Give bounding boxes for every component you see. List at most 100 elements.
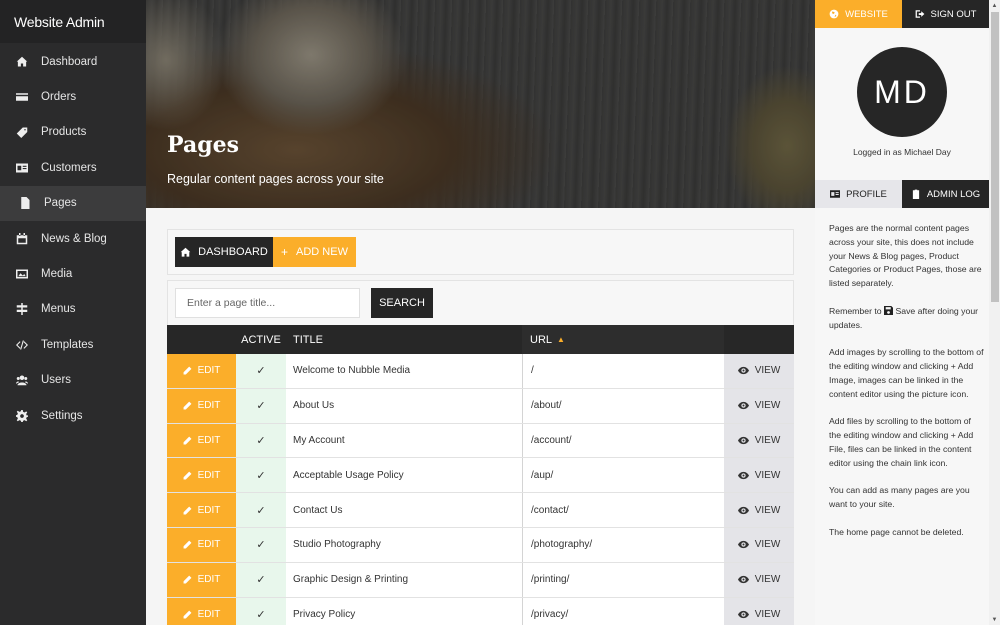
page-header-banner: Pages Regular content pages across your … (146, 0, 815, 208)
view-button[interactable]: VIEW (724, 388, 794, 423)
scrollbar-thumb[interactable] (991, 12, 999, 302)
sidebar-item-users[interactable]: Users (0, 363, 146, 398)
view-button[interactable]: VIEW (724, 423, 794, 458)
edit-button-label: EDIT (197, 539, 221, 551)
view-button-label: VIEW (754, 504, 781, 516)
eye-icon (737, 367, 749, 375)
column-header-edit (167, 325, 236, 354)
page-url-cell: /contact/ (522, 493, 724, 527)
active-status: ✓ (236, 562, 286, 597)
tab-admin-log[interactable]: ADMIN LOG (902, 180, 989, 208)
scrollbar[interactable]: ▲ ▼ (989, 0, 1000, 625)
pencil-icon (183, 366, 192, 375)
active-status: ✓ (236, 354, 286, 388)
edit-button-label: EDIT (197, 574, 221, 586)
sidebar-item-products[interactable]: Products (0, 115, 146, 150)
sidebar-item-label: Media (41, 268, 73, 281)
search-button[interactable]: SEARCH (371, 288, 433, 318)
dashboard-button-label: DASHBOARD (198, 246, 268, 258)
check-icon: ✓ (256, 434, 266, 447)
view-button-label: VIEW (754, 608, 781, 620)
file-icon (19, 197, 31, 210)
sidebar-item-pages[interactable]: Pages (0, 185, 146, 221)
search-bar: SEARCH (167, 280, 794, 326)
sort-up-icon: ▲ (557, 335, 565, 344)
view-button[interactable]: VIEW (724, 562, 794, 597)
edit-button[interactable]: EDIT (167, 562, 236, 597)
active-status: ✓ (236, 388, 286, 423)
view-button[interactable]: VIEW (724, 597, 794, 625)
sidebar-item-customers[interactable]: Customers (0, 150, 146, 185)
dashboard-button[interactable]: DASHBOARD (175, 237, 273, 267)
sidebar-item-orders[interactable]: Orders (0, 79, 146, 114)
edit-button[interactable]: EDIT (167, 458, 236, 493)
edit-button[interactable]: EDIT (167, 527, 236, 562)
active-status: ✓ (236, 597, 286, 625)
clipboard-icon (912, 189, 919, 199)
help-paragraph: Pages are the normal content pages acros… (829, 223, 982, 289)
edit-button[interactable]: EDIT (167, 354, 236, 388)
image-icon (16, 268, 28, 280)
avatar: MD (857, 47, 947, 137)
edit-button[interactable]: EDIT (167, 597, 236, 625)
page-title-cell: Graphic Design & Printing (286, 562, 522, 597)
signpost-icon (16, 303, 28, 316)
view-button[interactable]: VIEW (724, 493, 794, 527)
sidebar-item-news-blog[interactable]: News & Blog (0, 221, 146, 256)
edit-button-label: EDIT (197, 434, 221, 446)
help-text-fragment: Add files by scrolling to the bottom of … (829, 416, 971, 440)
table-row: EDIT ✓ Welcome to Nubble Media / VIEW (167, 354, 794, 389)
help-paragraph: Add files by scrolling to the bottom of … (829, 415, 984, 470)
account-actions: WEBSITE SIGN OUT (815, 0, 989, 28)
sidebar-item-templates[interactable]: Templates (0, 327, 146, 362)
eye-icon (737, 402, 749, 410)
id-card-icon (830, 190, 841, 198)
check-icon: ✓ (256, 504, 266, 517)
scroll-down-arrow-icon[interactable]: ▼ (989, 614, 1000, 625)
sidebar-item-dashboard[interactable]: Dashboard (0, 44, 146, 79)
column-header-url[interactable]: URL ▲ (522, 325, 724, 354)
eye-icon (737, 471, 749, 479)
page-url-cell: /privacy/ (522, 597, 724, 625)
logged-in-text: Logged in as Michael Day (853, 147, 951, 157)
sidebar-item-menus[interactable]: Menus (0, 292, 146, 327)
help-paragraph: Remember to Save after doing your update… (829, 305, 984, 333)
table-body: EDIT ✓ Welcome to Nubble Media / VIEW EDIT ✓ Ab… (167, 354, 794, 625)
tab-profile[interactable]: PROFILE (815, 180, 902, 208)
sidebar-item-label: Menus (41, 303, 76, 316)
add-new-button[interactable]: + ADD NEW (273, 237, 356, 267)
help-text: Pages are the normal content pages acros… (829, 222, 984, 553)
eye-icon (737, 506, 749, 514)
column-header-active[interactable]: ACTIVE (236, 325, 286, 354)
sidebar-item-media[interactable]: Media (0, 256, 146, 291)
help-paragraph: You can add as many pages are you want t… (829, 485, 970, 509)
check-icon: ✓ (256, 365, 266, 378)
edit-button[interactable]: EDIT (167, 388, 236, 423)
sidebar-item-label: Pages (44, 197, 77, 210)
view-button-label: VIEW (754, 365, 781, 377)
page-url-cell: / (522, 354, 724, 388)
view-button[interactable]: VIEW (724, 354, 794, 388)
website-button[interactable]: WEBSITE (815, 0, 902, 28)
edit-button[interactable]: EDIT (167, 493, 236, 527)
pencil-icon (183, 471, 192, 480)
active-status: ✓ (236, 458, 286, 493)
eye-icon (737, 576, 749, 584)
view-button[interactable]: VIEW (724, 527, 794, 562)
column-header-title[interactable]: TITLE (286, 325, 522, 354)
add-new-button-label: ADD NEW (296, 246, 348, 258)
sidebar-item-settings[interactable]: Settings (0, 398, 146, 433)
users-icon (16, 374, 28, 386)
search-input[interactable] (175, 288, 360, 318)
page-url-cell: /printing/ (522, 562, 724, 597)
pencil-icon (183, 575, 192, 584)
right-panel: WEBSITE SIGN OUT MD Logged in as Michael… (815, 0, 989, 625)
scroll-up-arrow-icon[interactable]: ▲ (989, 0, 1000, 11)
sidebar-item-label: Dashboard (41, 55, 98, 68)
view-button[interactable]: VIEW (724, 458, 794, 493)
page-title-cell: My Account (286, 423, 522, 458)
gear-icon (16, 409, 28, 422)
view-button-label: VIEW (754, 539, 781, 551)
edit-button[interactable]: EDIT (167, 423, 236, 458)
sign-out-button[interactable]: SIGN OUT (902, 0, 989, 28)
